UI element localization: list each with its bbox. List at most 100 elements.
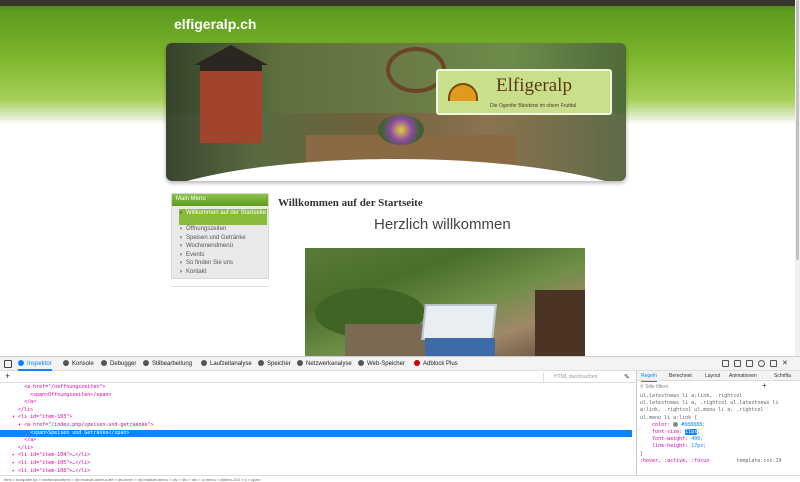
memory-icon <box>258 360 264 366</box>
color-swatch-icon[interactable] <box>673 421 679 427</box>
menu-item-events[interactable]: Events <box>180 251 268 260</box>
markup-line[interactable]: <span>Öffnungszeiten</span> <box>0 392 632 400</box>
tab-style-editor[interactable]: Stilbearbeitung <box>143 357 192 371</box>
adblock-icon <box>414 360 420 366</box>
filter-placeholder: Stile filtern <box>645 384 669 390</box>
divider <box>171 286 269 287</box>
rule-selector: a:link, .rightcol ul.menu li a, .rightco… <box>640 407 764 414</box>
top-bar <box>0 0 800 6</box>
menu-item-startseite[interactable]: Willkommen auf der Startseite <box>179 209 267 225</box>
rule-selector: ul.menu li a:link { <box>640 414 698 421</box>
markup-line[interactable]: </a> <box>0 399 632 407</box>
element-picker-icon[interactable] <box>4 360 12 368</box>
tab-fonts[interactable]: Schrifta <box>774 371 791 381</box>
markup-line[interactable]: </a> <box>0 437 632 445</box>
decl-line-height[interactable]: line-height: 17px; <box>640 443 796 450</box>
logo-brand: Elfigeralp <box>496 75 572 96</box>
decl-value[interactable]: #888888; <box>681 422 705 428</box>
menu-item-kontakt[interactable]: Kontakt <box>180 268 268 277</box>
tab-console[interactable]: Konsole <box>63 357 94 371</box>
header-banner: Elfigeralp Die Ogenfer Bänderei im obern… <box>166 43 626 181</box>
decl-color[interactable]: color: #888888; <box>640 421 796 429</box>
decl-font-size[interactable]: font-size: 11px; <box>640 428 796 436</box>
site-logo[interactable]: Elfigeralp Die Ogenfer Bänderei im obern… <box>436 69 612 115</box>
tab-performance[interactable]: Laufzeitanalyse <box>201 357 252 371</box>
console-icon <box>63 360 69 366</box>
tab-storage[interactable]: Web-Speicher <box>358 357 405 371</box>
panel-splitter[interactable] <box>636 371 637 475</box>
pseudo-rule: :hover, :active, :focus template.css:19 <box>640 458 796 465</box>
tab-label: Adblock Plus <box>423 361 458 367</box>
photo-hut <box>535 290 585 356</box>
tab-memory[interactable]: Speicher <box>258 357 291 371</box>
eyedropper-icon[interactable]: ✎ <box>624 373 630 381</box>
menu-item-oeffnungszeiten[interactable]: Öffnungszeiten <box>180 225 268 234</box>
add-node-icon[interactable]: + <box>5 371 10 381</box>
tab-label: Debugger <box>110 361 137 367</box>
decl-prop: line-height: <box>652 443 689 450</box>
markup-line-selected[interactable]: <span>Speisen und Getränke</span> <box>0 429 632 438</box>
split-console-icon[interactable] <box>770 360 777 367</box>
main-menu: Main Menu Willkommen auf der Startseite … <box>171 193 269 287</box>
tab-layout[interactable]: Layout <box>705 371 720 381</box>
dock-icon[interactable] <box>722 360 729 367</box>
menu-item-speisen[interactable]: Speisen und Getränke <box>180 234 268 243</box>
tab-label: Speicher <box>267 361 291 367</box>
markup-line[interactable]: <a href="/oeffnungszeiten"> <box>0 384 632 392</box>
tab-computed[interactable]: Berechnet <box>669 371 692 381</box>
menu-item-wochenendmenue[interactable]: Wochenendmenü <box>180 242 268 251</box>
screenshot-icon[interactable] <box>746 360 753 367</box>
html-search-input[interactable]: HTML durchsuchen <box>543 373 619 382</box>
tab-debugger[interactable]: Debugger <box>101 357 136 371</box>
markup-line[interactable]: ▸ <li id="item-105">…</li> <box>0 460 632 468</box>
tab-rules[interactable]: Regeln <box>641 371 657 382</box>
rule-source-link[interactable]: template.css:19 <box>736 458 781 464</box>
tab-label: Stilbearbeitung <box>152 361 193 367</box>
rule-close: } <box>640 450 644 457</box>
tab-label: Netzwerkanalyse <box>306 361 352 367</box>
tab-animations[interactable]: Animationen <box>729 371 757 381</box>
markup-view[interactable]: <a href="/oeffnungszeiten"> <span>Öffnun… <box>0 384 632 476</box>
decl-value[interactable]: 17px; <box>691 443 706 449</box>
main-menu-heading: Main Menu <box>172 194 268 206</box>
decl-prop: font-weight: <box>652 436 689 443</box>
markup-line[interactable]: ▾ <li id="item-103"> <box>0 414 632 422</box>
web-page: elfigeralp.ch Elfigeralp Die Ogenfer Bän… <box>0 0 800 356</box>
markup-line[interactable]: ▸ <li id="item-108">…</li> <box>0 468 632 476</box>
page-heading: Willkommen auf der Startseite <box>278 197 423 209</box>
scrollbar-thumb[interactable] <box>796 0 799 260</box>
pseudo-selector: :hover, :active, :focus <box>640 457 710 464</box>
close-icon[interactable]: ✕ <box>782 359 789 367</box>
devtools-tabbar: Inspektor Konsole Debugger Stilbearbeitu… <box>0 357 800 371</box>
tab-adblock[interactable]: Adblock Plus <box>414 357 458 371</box>
page-scrollbar[interactable] <box>795 0 800 356</box>
tab-label: Web-Speicher <box>367 361 405 367</box>
logo-tagline: Die Ogenfer Bänderei im obern Frutttal <box>490 103 577 109</box>
sidebar-tabs: Regeln Berechnet Layout Animationen Schr… <box>637 371 800 382</box>
add-rule-icon[interactable]: + <box>762 381 767 390</box>
rule-selector: ul.latestnews li a:link, .rightcol <box>640 393 743 399</box>
site-title[interactable]: elfigeralp.ch <box>174 16 256 32</box>
decl-value[interactable]: 400; <box>691 436 703 442</box>
responsive-mode-icon[interactable] <box>734 360 741 367</box>
banner-oven <box>194 45 268 143</box>
storage-icon <box>358 360 364 366</box>
menu-item-anfahrt[interactable]: So finden Sie uns <box>180 259 268 268</box>
main-menu-list: Willkommen auf der Startseite Öffnungsze… <box>172 206 268 277</box>
decl-font-weight[interactable]: font-weight: 400; <box>640 436 796 443</box>
markup-line[interactable]: ▾ <a href="/index.php/speisen-und-getrae… <box>0 422 632 430</box>
tab-network[interactable]: Netzwerkanalyse <box>297 357 352 371</box>
decl-value-editing[interactable]: 11px <box>685 428 698 435</box>
rule-selector: ul.latestnews li a, .rightcol ul.latestn… <box>640 400 779 407</box>
markup-line[interactable]: </li> <box>0 445 632 453</box>
tab-label: Konsole <box>72 361 94 367</box>
markup-line[interactable]: ▸ <li id="item-104">…</li> <box>0 452 632 460</box>
settings-icon[interactable] <box>758 360 765 367</box>
inspector-toolbar: + HTML durchsuchen ✎ <box>0 371 636 383</box>
filter-styles-input[interactable]: ⚲ Stile filtern <box>640 383 760 391</box>
css-rules[interactable]: ul.latestnews li a:link, .rightcol ul.la… <box>640 393 796 465</box>
sun-logo-icon <box>448 83 478 101</box>
tab-inspector[interactable]: Inspektor <box>18 357 52 371</box>
content-photo <box>305 248 585 356</box>
markup-line[interactable]: </li> <box>0 407 632 415</box>
